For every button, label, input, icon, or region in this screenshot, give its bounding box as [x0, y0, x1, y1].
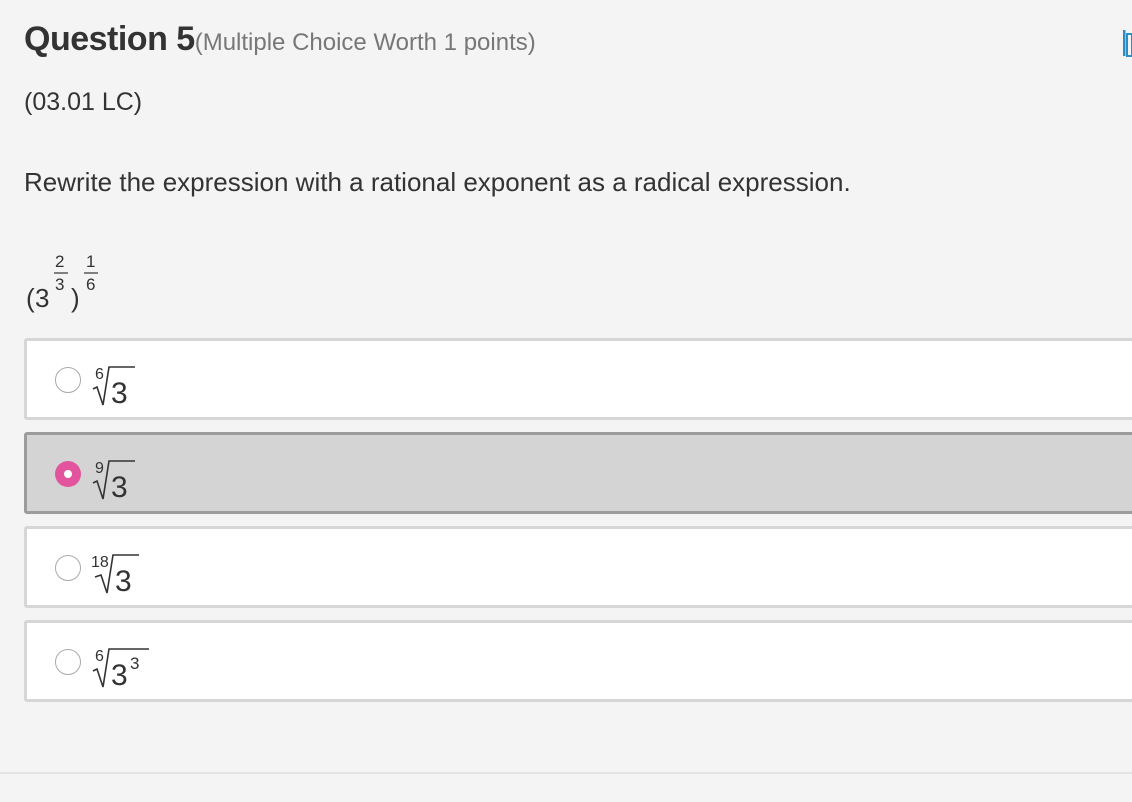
question-title: Question 5 [24, 20, 195, 58]
radio-button-selected[interactable] [55, 461, 81, 487]
radicand-exponent: 3 [130, 654, 139, 673]
expr-close-paren: ) [71, 283, 80, 313]
answer-option[interactable]: 9 3 [24, 432, 1132, 514]
radicand: 3 [111, 377, 128, 410]
expr-base: 3 [35, 283, 49, 313]
radical-expression: 6 3 3 [92, 648, 149, 692]
answer-option[interactable]: 6 3 3 [24, 620, 1132, 702]
radical-expression: 18 3 [91, 554, 139, 598]
radicand: 3 [115, 565, 132, 598]
question-worth: (Multiple Choice Worth 1 points) [194, 29, 536, 56]
expr-open-paren: ( [26, 283, 35, 313]
expr-outer-den: 6 [86, 275, 95, 294]
question-code: (03.01 LC) [24, 88, 143, 116]
radicand: 3 [111, 471, 128, 504]
radical-index: 9 [95, 460, 104, 477]
question-header: Question 5 (Multiple Choice Worth 1 poin… [24, 20, 536, 59]
bookmark-icon[interactable] [1121, 28, 1132, 58]
radical-expression: 9 3 [92, 460, 135, 504]
expression: ( 3 2 3 ) 1 6 [26, 252, 98, 313]
radical-expression: 6 3 [92, 366, 135, 410]
radical-index: 18 [91, 554, 109, 571]
answer-option[interactable]: 6 3 [24, 338, 1132, 420]
question-page: Question 5 (Multiple Choice Worth 1 poin… [0, 0, 1132, 802]
expr-outer-num: 1 [86, 252, 95, 271]
radical-index: 6 [95, 366, 104, 383]
divider [0, 772, 1132, 774]
radio-button[interactable] [55, 555, 81, 581]
radio-button[interactable] [55, 649, 81, 675]
radicand: 3 [111, 659, 128, 692]
expr-inner-den: 3 [55, 275, 64, 294]
radio-button[interactable] [55, 367, 81, 393]
question-prompt: Rewrite the expression with a rational e… [24, 167, 851, 197]
radical-index: 6 [95, 648, 104, 665]
answer-option[interactable]: 18 3 [24, 526, 1132, 608]
answer-options: 6 3 9 3 18 3 6 3 3 [24, 338, 1132, 714]
expr-inner-num: 2 [55, 252, 64, 271]
